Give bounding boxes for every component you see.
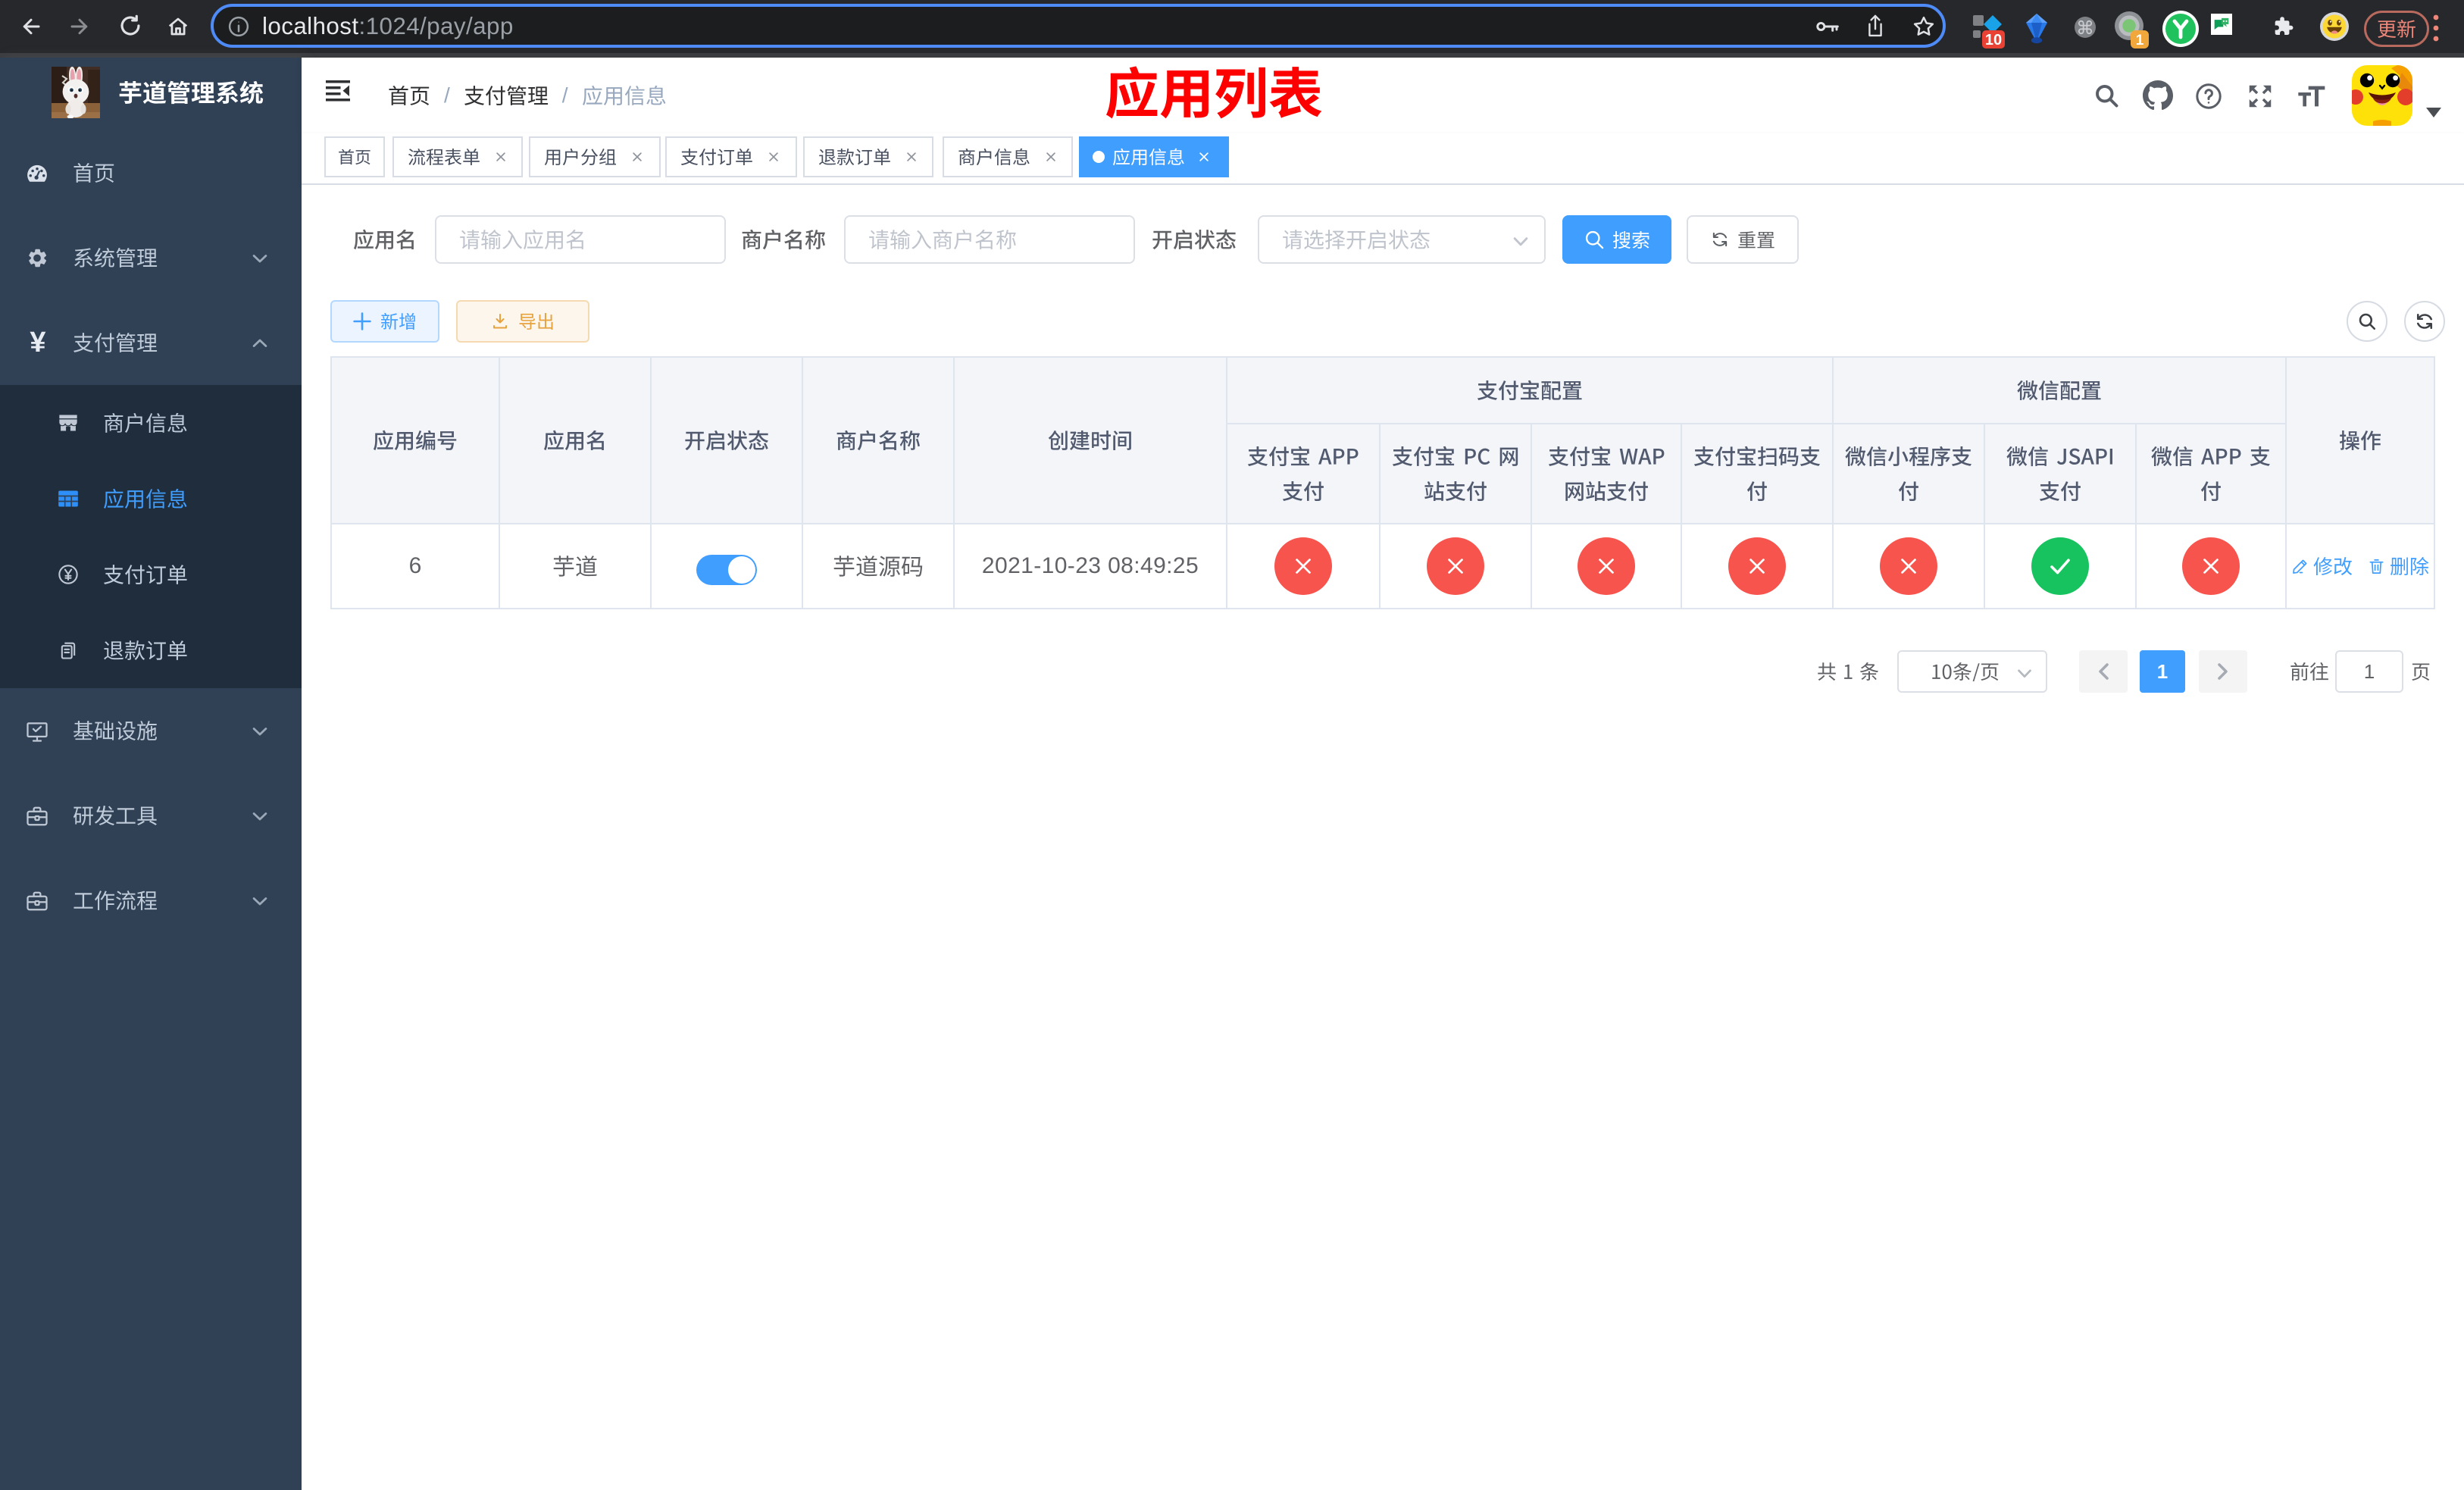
svg-text:1: 1 — [2136, 33, 2144, 49]
svg-text:10: 10 — [1985, 32, 2002, 49]
